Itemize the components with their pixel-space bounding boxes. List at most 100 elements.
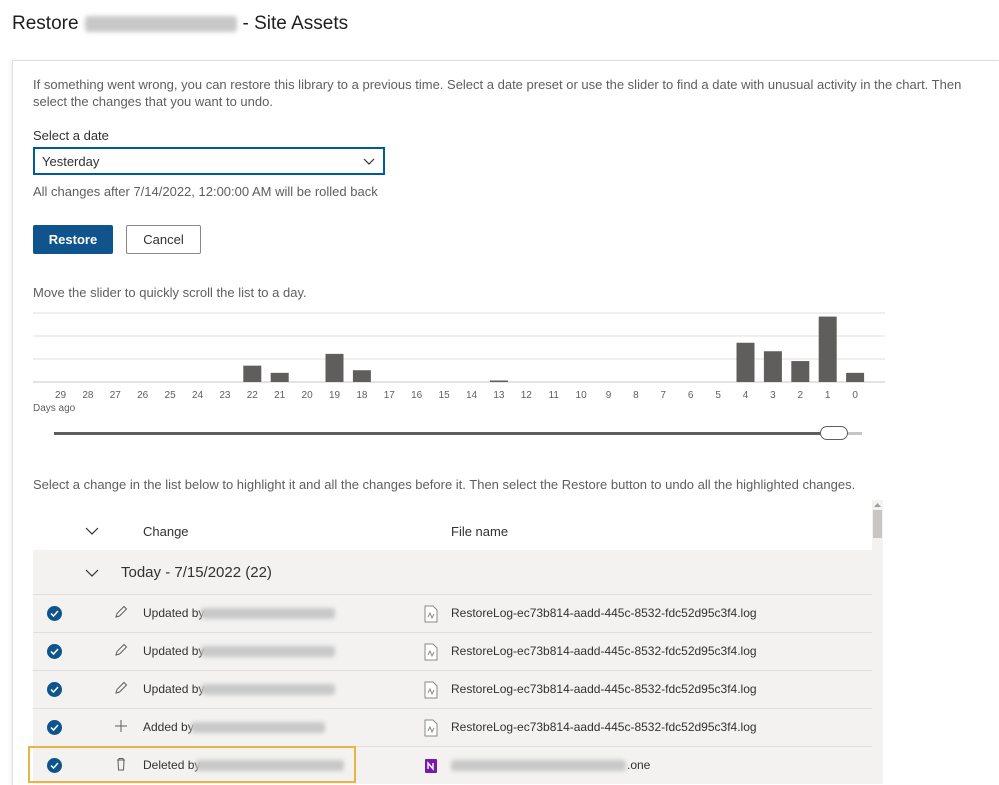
change-action: Added by — [143, 720, 194, 734]
chart-tick-label: 11 — [549, 390, 560, 401]
chart-tick-label: 2 — [798, 390, 804, 401]
chart-tick-label: 13 — [493, 390, 505, 401]
cancel-button[interactable]: Cancel — [126, 225, 201, 254]
redacted-user — [201, 684, 335, 695]
title-prefix: Restore — [12, 13, 79, 34]
checkmark-icon[interactable] — [47, 606, 62, 621]
chart-tick-label: 29 — [55, 390, 67, 401]
chart-tick-label: 15 — [439, 390, 451, 401]
slider-thumb[interactable] — [820, 426, 848, 440]
chevron-down-icon — [363, 158, 375, 165]
chart-tick-label: 25 — [165, 390, 177, 401]
chart-bar-21[interactable] — [270, 372, 289, 382]
checkmark-icon[interactable] — [47, 720, 62, 735]
list-item[interactable]: Added by RestoreLog-ec73b814-aadd-445c-8… — [33, 708, 872, 746]
file-name[interactable]: .one — [627, 758, 650, 772]
activity-chart: 29 28 27 26 25 24 23 22 21 20 19 18 17 16 15 14 13 12 11 10… — [33, 312, 885, 414]
list-header: Change File name — [33, 500, 872, 550]
chart-bar-4[interactable] — [736, 342, 755, 382]
file-name[interactable]: RestoreLog-ec73b814-aadd-445c-8532-fdc52… — [451, 720, 757, 734]
onenote-file-icon — [425, 759, 437, 773]
chart-tick-label: 17 — [384, 390, 396, 401]
chart-tick-label: 6 — [688, 390, 694, 401]
chart-tick-label: 26 — [137, 390, 149, 401]
chart-tick-label: 5 — [715, 390, 721, 401]
chart-tick-label: 14 — [466, 390, 478, 401]
title-bar: Restore - Site Assets — [0, 0, 999, 52]
chart-tick-label: 21 — [274, 390, 286, 401]
file-name[interactable]: RestoreLog-ec73b814-aadd-445c-8532-fdc52… — [451, 606, 757, 620]
log-file-icon — [424, 681, 438, 699]
redacted-user — [191, 722, 325, 733]
list-item[interactable]: Updated by RestoreLog-ec73b814-aadd-445c… — [33, 632, 872, 670]
scrollbar-thumb[interactable] — [873, 510, 882, 538]
log-file-icon — [424, 643, 438, 661]
chart-bar-1[interactable] — [818, 316, 837, 382]
chevron-down-icon[interactable] — [85, 566, 99, 580]
chart-tick-label: 1 — [825, 390, 831, 401]
chart-tick-label: 8 — [633, 390, 639, 401]
chart-tick-label: 16 — [411, 390, 423, 401]
group-title: Today - 7/15/2022 (22) — [121, 564, 272, 581]
redacted-user — [201, 608, 335, 619]
checkmark-icon[interactable] — [47, 644, 62, 659]
redacted-file-name — [451, 760, 626, 771]
title-suffix: - Site Assets — [242, 13, 349, 34]
select-hint: Select a change in the list below to hig… — [33, 477, 856, 492]
change-action: Updated by — [143, 606, 205, 620]
chart-bar-0[interactable] — [846, 372, 865, 382]
chart-tick-label: 10 — [576, 390, 588, 401]
chart-tick-label: 22 — [247, 390, 259, 401]
column-header-file-name[interactable]: File name — [451, 524, 508, 539]
chart-tick-label: 28 — [82, 390, 94, 401]
chart-tick-label: 24 — [192, 390, 204, 401]
page-title: Restore - Site Assets — [12, 13, 348, 35]
change-action: Updated by — [143, 644, 205, 658]
column-header-change[interactable]: Change — [143, 524, 189, 539]
changes-list: Change File name Today - 7/15/2022 (22) … — [33, 500, 872, 784]
highlight-box — [28, 746, 356, 783]
collapse-all-chevron-icon[interactable] — [85, 524, 99, 538]
chart-tick-label: 3 — [770, 390, 776, 401]
chart-bar-18[interactable] — [352, 370, 371, 382]
group-header[interactable]: Today - 7/15/2022 (22) — [33, 550, 872, 594]
list-item[interactable]: Updated by RestoreLog-ec73b814-aadd-445c… — [33, 594, 872, 632]
chart-tick-label: 18 — [356, 390, 368, 401]
chart-bar-13[interactable] — [489, 380, 508, 383]
slider-hint: Move the slider to quickly scroll the li… — [33, 285, 307, 300]
chart-tick-label: 20 — [302, 390, 314, 401]
file-name[interactable]: RestoreLog-ec73b814-aadd-445c-8532-fdc52… — [451, 644, 757, 658]
log-file-icon — [424, 719, 438, 737]
pencil-icon — [115, 643, 128, 656]
pencil-icon — [115, 605, 128, 618]
log-file-icon — [424, 605, 438, 623]
chart-x-axis-label: Days ago — [33, 403, 76, 414]
date-dropdown-value: Yesterday — [42, 153, 100, 169]
scroll-up-arrow-icon[interactable] — [872, 500, 883, 510]
chart-bar-2[interactable] — [791, 361, 810, 382]
chart-bar-22[interactable] — [243, 365, 262, 382]
chart-bar-3[interactable] — [763, 351, 782, 382]
chart-tick-label: 4 — [743, 390, 749, 401]
plus-icon — [115, 720, 127, 732]
date-select-label: Select a date — [33, 128, 109, 143]
slider-track[interactable] — [54, 432, 862, 435]
chart-tick-label: 7 — [661, 390, 667, 401]
pencil-icon — [115, 681, 128, 694]
chart-tick-label: 19 — [329, 390, 341, 401]
list-scrollbar[interactable] — [872, 500, 883, 784]
chart-tick-label: 12 — [521, 390, 533, 401]
checkmark-icon[interactable] — [47, 682, 62, 697]
chart-tick-label: 27 — [110, 390, 122, 401]
date-dropdown[interactable]: Yesterday — [33, 147, 385, 175]
rollback-text: All changes after 7/14/2022, 12:00:00 AM… — [33, 184, 378, 199]
chart-tick-label: 0 — [852, 390, 858, 401]
chart-tick-label: 23 — [219, 390, 231, 401]
file-name[interactable]: RestoreLog-ec73b814-aadd-445c-8532-fdc52… — [451, 682, 757, 696]
restore-button[interactable]: Restore — [33, 225, 113, 254]
chart-bar-19[interactable] — [325, 353, 344, 382]
change-action: Updated by — [143, 682, 205, 696]
intro-text: If something went wrong, you can restore… — [33, 77, 962, 109]
redacted-site-name — [84, 16, 237, 32]
list-item[interactable]: Updated by RestoreLog-ec73b814-aadd-445c… — [33, 670, 872, 708]
